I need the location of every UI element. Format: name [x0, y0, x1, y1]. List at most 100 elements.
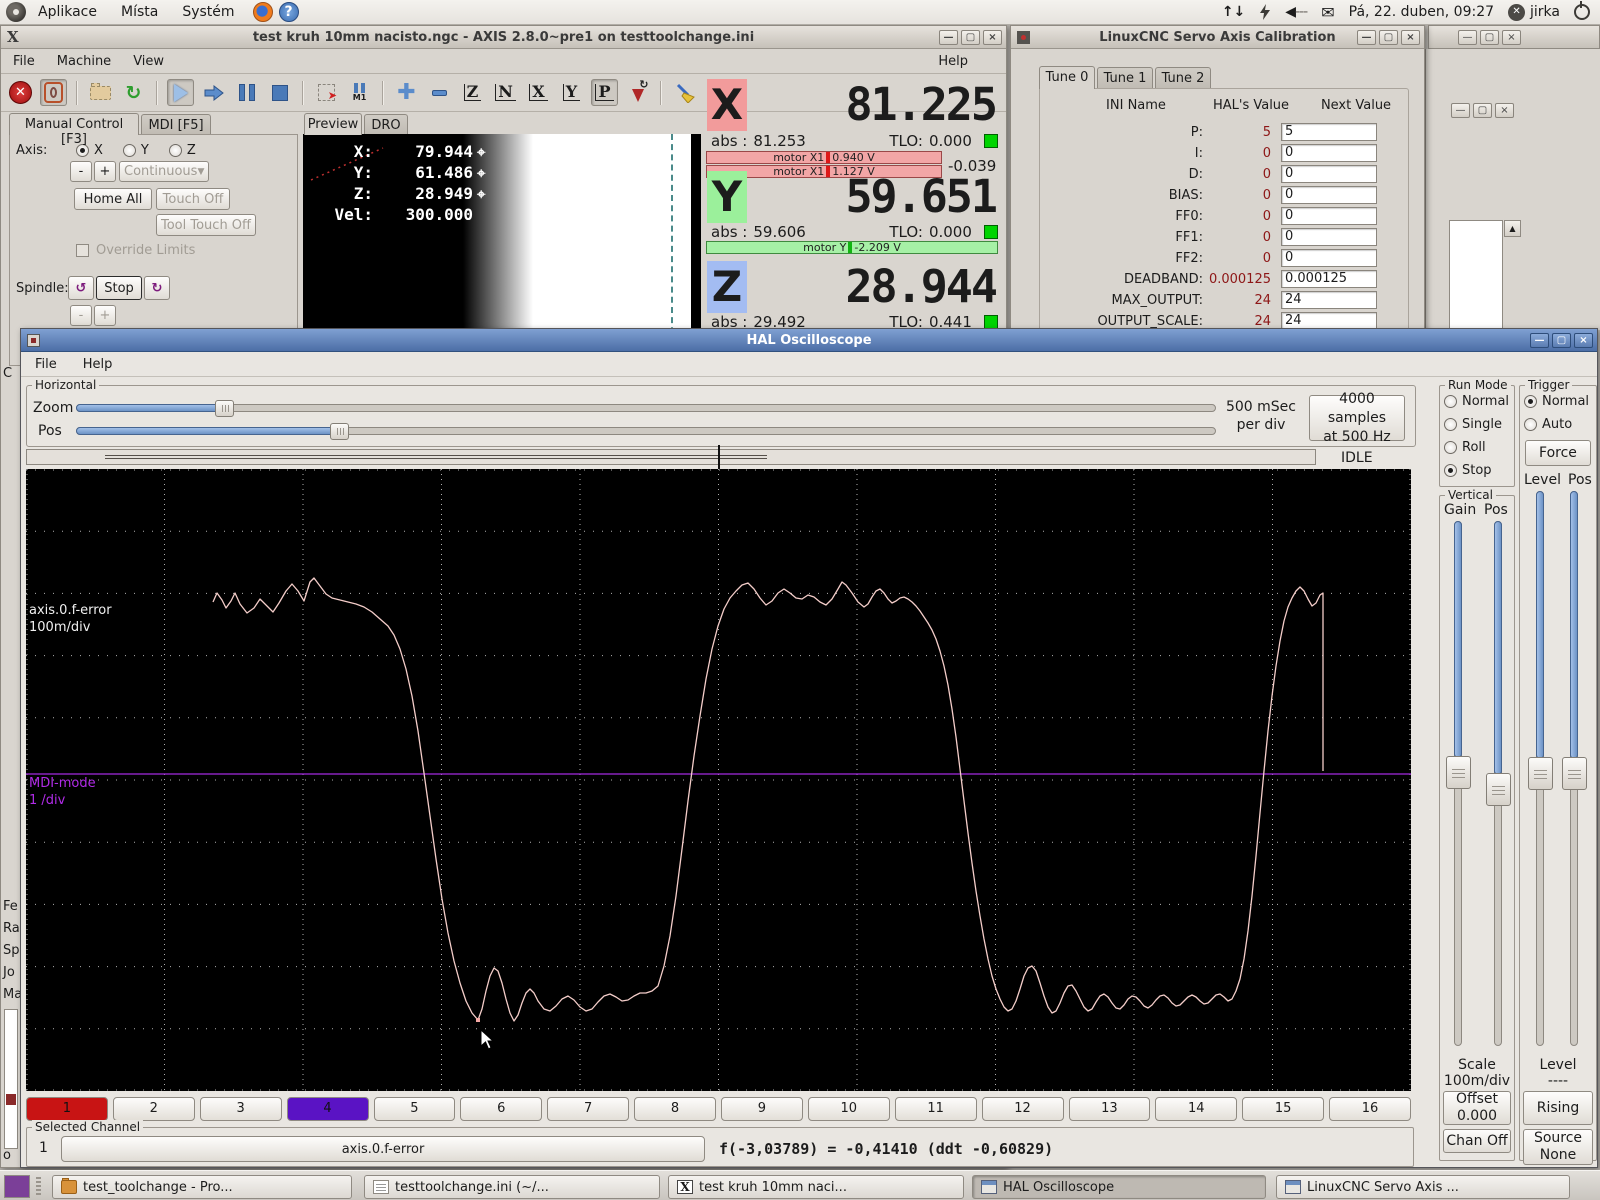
trigger-mode-auto[interactable]: Auto — [1524, 417, 1589, 432]
panel-drag-handle[interactable] — [36, 1177, 41, 1196]
menu-help[interactable]: Help — [938, 54, 968, 69]
view-z2-button[interactable]: N — [492, 79, 519, 106]
menu-file[interactable]: File — [13, 54, 35, 69]
tab-tune2[interactable]: Tune 2 — [1155, 67, 1211, 89]
help-icon[interactable]: ? — [279, 2, 299, 22]
channel-button-4[interactable]: 4 — [287, 1097, 369, 1121]
spindle-stop-button[interactable]: Stop — [96, 276, 142, 300]
pause-button[interactable] — [233, 79, 260, 106]
close-button[interactable]: × — [1401, 30, 1420, 45]
menu-help[interactable]: Help — [83, 357, 113, 372]
channel-button-5[interactable]: 5 — [374, 1097, 456, 1121]
samples-button[interactable]: 4000 samplesat 500 Hz — [1309, 395, 1405, 441]
trigger-level-slider-handle[interactable] — [1528, 757, 1553, 790]
offset-button[interactable]: Offset0.000 — [1443, 1091, 1511, 1125]
calib-titlebar[interactable]: LinuxCNC Servo Axis Calibration — ▢ × — [1011, 26, 1424, 49]
channel-source-button[interactable]: axis.0.f-error — [61, 1136, 705, 1162]
scrollbar-up-arrow[interactable]: ▲ — [1504, 220, 1521, 237]
run-mode-roll[interactable]: Roll — [1444, 440, 1509, 455]
channel-button-12[interactable]: 12 — [982, 1097, 1064, 1121]
chan-off-button[interactable]: Chan Off — [1443, 1129, 1511, 1153]
power-manager-icon[interactable] — [1259, 4, 1271, 20]
maximize-button[interactable]: ▢ — [1379, 30, 1398, 45]
axis-titlebar[interactable]: X test kruh 10mm nacisto.ngc - AXIS 2.8.… — [1, 26, 1006, 49]
minimize-button[interactable]: — — [1458, 30, 1477, 45]
pos-slider-handle[interactable] — [330, 423, 349, 440]
menu-machine[interactable]: Machine — [57, 54, 111, 69]
task-button-editor[interactable]: testtoolchange.ini (~/... — [364, 1175, 660, 1199]
maximize-button[interactable]: ▢ — [1552, 333, 1571, 348]
jog-minus-button[interactable]: - — [70, 161, 92, 182]
axis-radio-z[interactable]: Z — [169, 143, 196, 158]
tab-dro[interactable]: DRO — [364, 114, 408, 135]
task-button-filemanager[interactable]: test_toolchange - Pro... — [52, 1175, 352, 1199]
next-value-input[interactable]: 0 — [1281, 249, 1377, 267]
tool-touch-off-button[interactable]: Tool Touch Off — [156, 214, 256, 236]
channel-button-6[interactable]: 6 — [460, 1097, 542, 1121]
menu-system[interactable]: Systém — [170, 4, 246, 20]
vpos-slider-handle[interactable] — [1486, 773, 1511, 806]
skip-optional-button[interactable]: ➤ — [313, 79, 340, 106]
jog-mode-select[interactable]: Continuous▼ — [119, 161, 209, 182]
menu-applications[interactable]: Aplikace — [26, 4, 109, 20]
reload-button[interactable]: ↻ — [120, 79, 147, 106]
minimize-button[interactable]: — — [1451, 103, 1470, 118]
close-button[interactable]: × — [1495, 103, 1514, 118]
rotate-view-button[interactable]: ↻ — [624, 79, 651, 106]
trigger-source-button[interactable]: SourceNone — [1523, 1129, 1593, 1165]
tab-tune1[interactable]: Tune 1 — [1097, 67, 1153, 89]
view-z-button[interactable]: Z — [459, 79, 486, 106]
override-limits-checkbox[interactable] — [76, 244, 89, 257]
view-perspective-button[interactable]: P — [591, 79, 618, 106]
channel-button-1[interactable]: 1 — [26, 1097, 108, 1121]
minimize-button[interactable]: — — [939, 30, 958, 45]
close-button[interactable]: × — [1502, 30, 1521, 45]
updown-arrows-icon[interactable]: ↑↓ — [1222, 4, 1245, 20]
channel-button-10[interactable]: 10 — [808, 1097, 890, 1121]
shutdown-icon[interactable] — [1574, 4, 1590, 20]
zoom-out-button[interactable] — [426, 79, 453, 106]
zoom-slider-track[interactable] — [76, 404, 1216, 412]
stop-button[interactable] — [266, 79, 293, 106]
next-value-input[interactable]: 0.000125 — [1281, 270, 1377, 288]
oscilloscope-screen[interactable]: axis.0.f-error100m/div MDI-mode1 /div — [26, 469, 1411, 1091]
optional-pause-button[interactable]: M1 — [346, 79, 373, 106]
workspace-switcher[interactable] — [4, 1175, 30, 1198]
scope-titlebar[interactable]: HAL Oscilloscope — ▢ × — [21, 329, 1597, 352]
trigger-pos-slider-handle[interactable] — [1562, 757, 1587, 790]
menu-view[interactable]: View — [133, 54, 164, 69]
tab-mdi[interactable]: MDI [F5] — [141, 114, 211, 135]
minimize-button[interactable]: — — [1530, 333, 1549, 348]
next-value-input[interactable]: 0 — [1281, 165, 1377, 183]
close-button[interactable]: × — [1574, 333, 1593, 348]
channel-button-9[interactable]: 9 — [721, 1097, 803, 1121]
task-button-halscope[interactable]: HAL Oscilloscope — [972, 1175, 1266, 1199]
tab-preview[interactable]: Preview — [304, 113, 362, 135]
minimize-button[interactable]: — — [1357, 30, 1376, 45]
volume-muted-icon[interactable]: ◀--- — [1285, 4, 1307, 20]
touch-off-button[interactable]: Touch Off — [156, 188, 230, 210]
channel-button-13[interactable]: 13 — [1069, 1097, 1151, 1121]
next-value-input[interactable]: 0 — [1281, 207, 1377, 225]
next-value-input[interactable]: 0 — [1281, 228, 1377, 246]
axis-radio-y[interactable]: Y — [123, 143, 149, 158]
menu-places[interactable]: Místa — [109, 4, 170, 20]
channel-button-8[interactable]: 8 — [634, 1097, 716, 1121]
estop-button[interactable]: ✕ — [7, 79, 34, 106]
channel-button-15[interactable]: 15 — [1242, 1097, 1324, 1121]
open-file-button[interactable] — [87, 79, 114, 106]
machine-power-button[interactable] — [40, 79, 67, 106]
spindle-minus-button[interactable]: - — [70, 305, 92, 326]
run-step-button[interactable] — [200, 79, 227, 106]
trigger-mode-normal[interactable]: Normal — [1524, 394, 1589, 409]
channel-button-16[interactable]: 16 — [1329, 1097, 1411, 1121]
channel-button-2[interactable]: 2 — [113, 1097, 195, 1121]
spindle-cw-button[interactable]: ↻ — [144, 276, 170, 300]
channel-button-7[interactable]: 7 — [547, 1097, 629, 1121]
maximize-button[interactable]: ▢ — [961, 30, 980, 45]
maximize-button[interactable]: ▢ — [1480, 30, 1499, 45]
menu-file[interactable]: File — [35, 357, 57, 372]
clear-plot-button[interactable] — [671, 79, 698, 106]
tab-tune0[interactable]: Tune 0 — [1039, 66, 1095, 89]
trigger-position-marker[interactable] — [718, 445, 720, 469]
